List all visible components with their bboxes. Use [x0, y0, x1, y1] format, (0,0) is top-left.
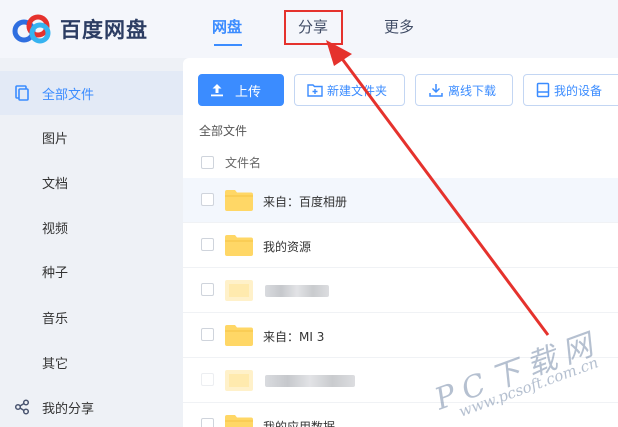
upload-icon	[209, 82, 225, 98]
table-row[interactable]: 我的资源	[183, 223, 618, 268]
sidebar-item-all-files[interactable]: 全部文件	[0, 71, 183, 115]
row-checkbox[interactable]	[201, 283, 214, 296]
table-header: 文件名	[183, 148, 618, 178]
app-name: 百度网盘	[60, 18, 148, 42]
tab-netdisk[interactable]: 网盘	[212, 16, 242, 37]
row-checkbox[interactable]	[201, 373, 214, 386]
sidebar-item-label: 种子	[42, 265, 69, 281]
top-header: 百度网盘 网盘 分享 更多	[0, 0, 618, 58]
sidebar: 全部文件 图片 文档 视频 种子 音乐 其它 我的分享	[0, 69, 183, 427]
new-folder-label: 新建文件夹	[327, 83, 388, 98]
sidebar-item-label: 图片	[42, 131, 69, 147]
blurred-file-icon	[225, 280, 253, 301]
sidebar-item-images[interactable]: 图片	[0, 115, 183, 159]
share-tab-highlight	[284, 10, 343, 45]
file-name[interactable]: 来自：百度相册	[263, 193, 347, 210]
sidebar-item-label: 全部文件	[42, 87, 95, 103]
sidebar-item-videos[interactable]: 视频	[0, 205, 183, 249]
new-folder-button[interactable]: 新建文件夹	[294, 74, 405, 106]
blurred-file-name	[265, 285, 329, 297]
breadcrumb[interactable]: 全部文件	[199, 122, 247, 139]
my-devices-button[interactable]: 我的设备	[523, 74, 618, 106]
row-checkbox[interactable]	[201, 418, 214, 427]
sidebar-item-label: 音乐	[42, 311, 69, 327]
folder-icon	[225, 190, 253, 211]
file-name[interactable]: 我的应用数据	[263, 418, 335, 427]
sidebar-item-other[interactable]: 其它	[0, 340, 183, 384]
files-icon	[15, 85, 29, 101]
upload-button[interactable]: 上传	[198, 74, 284, 106]
select-all-checkbox[interactable]	[201, 156, 214, 169]
sidebar-item-my-shares[interactable]: 我的分享	[0, 385, 183, 427]
upload-label: 上传	[235, 84, 262, 100]
sidebar-item-label: 其它	[42, 356, 69, 372]
file-name[interactable]: 我的资源	[263, 238, 311, 255]
folder-icon	[225, 325, 253, 346]
blurred-file-icon	[225, 370, 253, 391]
folder-icon	[225, 235, 253, 256]
row-checkbox[interactable]	[201, 328, 214, 341]
sidebar-item-documents[interactable]: 文档	[0, 160, 183, 204]
sidebar-item-torrents[interactable]: 种子	[0, 249, 183, 293]
tab-more[interactable]: 更多	[384, 16, 414, 37]
my-devices-label: 我的设备	[554, 83, 603, 98]
sidebar-item-label: 我的分享	[42, 401, 95, 417]
device-icon	[536, 82, 550, 98]
table-row[interactable]	[183, 268, 618, 313]
app-logo[interactable]: 百度网盘	[10, 14, 148, 44]
file-name[interactable]: 来自：MI 3	[263, 328, 324, 345]
offline-download-button[interactable]: 离线下载	[415, 74, 513, 106]
share-icon	[14, 399, 30, 415]
baidu-cloud-logo-icon	[12, 14, 51, 44]
sidebar-item-label: 视频	[42, 221, 69, 237]
table-row[interactable]: 来自：百度相册	[183, 178, 618, 223]
new-folder-icon	[307, 83, 323, 97]
column-header-filename[interactable]: 文件名	[225, 154, 261, 171]
folder-icon	[225, 415, 253, 427]
table-row[interactable]: 我的应用数据	[183, 403, 618, 427]
row-checkbox[interactable]	[201, 238, 214, 251]
blurred-file-name	[265, 375, 355, 387]
sidebar-item-label: 文档	[42, 176, 69, 192]
offline-download-label: 离线下载	[448, 83, 497, 98]
active-tab-indicator	[214, 44, 242, 46]
download-icon	[428, 82, 444, 98]
sidebar-item-music[interactable]: 音乐	[0, 295, 183, 339]
row-checkbox[interactable]	[201, 193, 214, 206]
